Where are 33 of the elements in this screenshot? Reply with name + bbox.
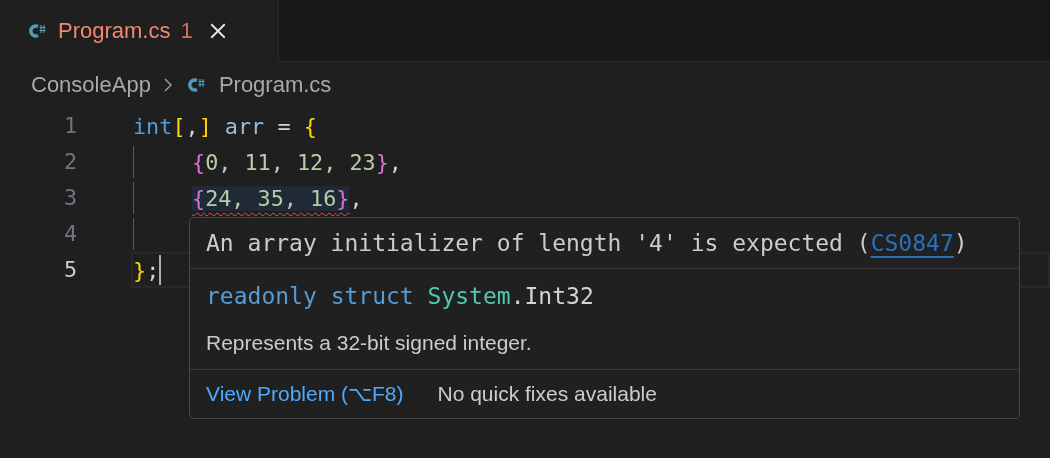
code-token: ,: [388, 149, 402, 175]
code-token: =: [277, 113, 292, 139]
code-token: }: [375, 149, 389, 175]
line-number: 5: [62, 256, 77, 284]
type-description: Represents a 32-bit signed integer.: [190, 309, 1019, 370]
tab-title: Program.cs: [58, 18, 171, 44]
code-token: ;: [146, 257, 160, 283]
code-token: int: [133, 113, 173, 139]
line-number: 4: [62, 220, 77, 248]
csharp-icon: [26, 21, 48, 41]
code-token: {: [192, 149, 206, 175]
code-token: ,: [185, 113, 199, 139]
code-token: }: [133, 257, 147, 283]
code-token: ]: [198, 113, 212, 139]
close-icon[interactable]: [208, 22, 227, 40]
type-signature: readonly struct System.Int32: [205, 282, 595, 309]
text-cursor: [159, 255, 162, 285]
code-token: 0, 11, 12, 23: [205, 149, 376, 175]
line-number: 3: [62, 184, 77, 212]
code-token: ,: [349, 185, 363, 211]
breadcrumb-file[interactable]: Program.cs: [218, 72, 332, 98]
code-token: arr: [223, 113, 266, 139]
error-squiggle-code: {24, 35, 16}: [192, 185, 350, 211]
view-problem-link[interactable]: View Problem (⌥F8): [206, 382, 404, 406]
problem-count: 1: [180, 18, 193, 44]
code-token: {: [303, 113, 317, 139]
code-token: [: [172, 113, 186, 139]
line-number: 2: [62, 148, 77, 176]
quick-fix-status: No quick fixes available: [437, 382, 657, 406]
chevron-right-icon: [162, 77, 173, 93]
line-number: 1: [62, 112, 77, 140]
error-message: An array initializer of length '4' is expected (CS0847): [190, 218, 1019, 269]
breadcrumb-folder[interactable]: ConsoleApp: [31, 72, 151, 98]
